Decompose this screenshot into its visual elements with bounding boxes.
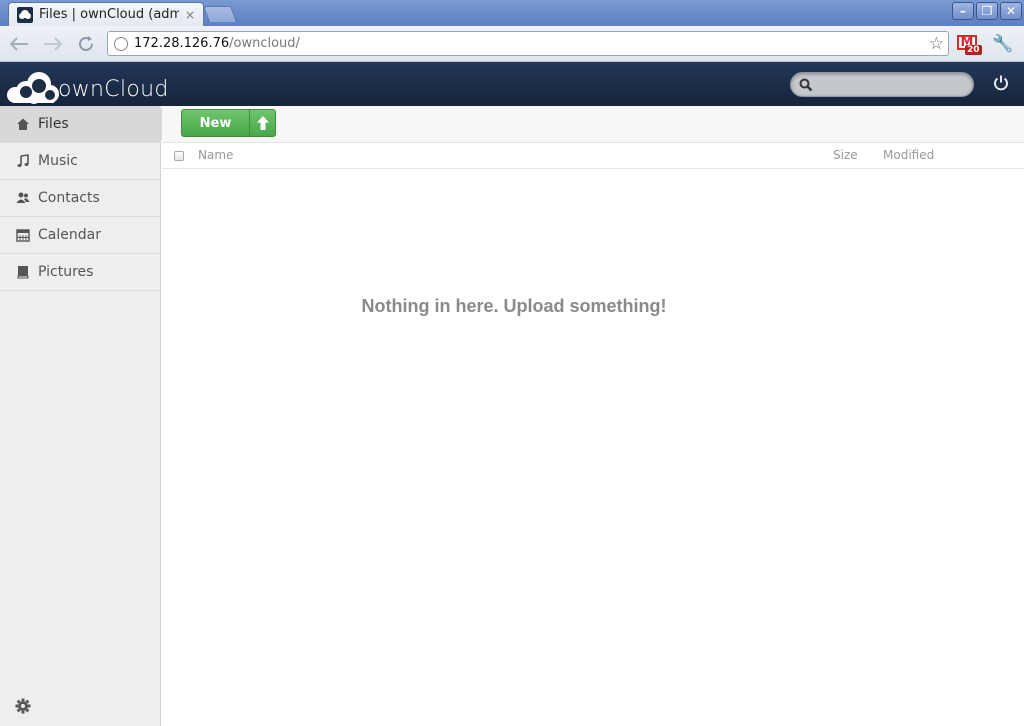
reload-button[interactable]: [73, 32, 99, 56]
file-controls-bar: New: [162, 106, 1024, 143]
logo-text: ownCloud: [58, 77, 169, 102]
url-text: 172.28.126.76/owncloud/: [134, 36, 300, 51]
tab-close-icon[interactable]: ×: [185, 8, 195, 22]
nav-label-music: Music: [38, 153, 78, 169]
close-window-button[interactable]: ✕: [1000, 2, 1022, 20]
nav-item-calendar[interactable]: Calendar: [0, 217, 160, 254]
forward-button[interactable]: [40, 32, 66, 56]
restore-button[interactable]: ❐: [976, 2, 998, 20]
search-input[interactable]: [819, 77, 973, 92]
search-box[interactable]: [790, 72, 974, 97]
gmail-unread-badge: 20: [965, 45, 982, 55]
reload-icon: [79, 36, 93, 51]
tab-title: Files | ownCloud (admin): [39, 7, 179, 22]
nav-label-pictures: Pictures: [38, 264, 94, 280]
pictures-icon: [17, 266, 29, 279]
power-icon: [994, 75, 1008, 91]
address-bar[interactable]: 172.28.126.76/owncloud/ ☆: [107, 31, 949, 56]
owncloud-favicon-icon: [17, 6, 33, 23]
browser-tab[interactable]: Files | ownCloud (admin) ×: [8, 2, 204, 26]
music-icon: [17, 154, 29, 167]
nav-label-calendar: Calendar: [38, 227, 101, 243]
nav-label-contacts: Contacts: [38, 190, 100, 206]
file-list-header: Name Size Modified: [162, 143, 1024, 169]
search-icon: [799, 78, 813, 91]
nav-item-music[interactable]: Music: [0, 143, 160, 180]
owncloud-logo[interactable]: ownCloud: [6, 66, 169, 104]
new-button[interactable]: New: [181, 109, 250, 137]
forward-arrow-icon: [44, 37, 63, 51]
app-navigation: Files Music Contacts Calendar Pictures: [0, 106, 172, 726]
browser-toolbar: 172.28.126.76/owncloud/ ☆ M 20 🔧: [0, 26, 1024, 62]
nav-item-pictures[interactable]: Pictures: [0, 254, 160, 291]
new-tab-button[interactable]: [203, 6, 237, 22]
upload-arrow-icon: [256, 116, 269, 130]
wrench-menu-icon[interactable]: 🔧: [992, 34, 1013, 54]
browser-titlebar: Files | ownCloud (admin) × – ❐ ✕: [0, 0, 1024, 26]
settings-button[interactable]: [14, 697, 32, 720]
back-arrow-icon: [9, 37, 28, 51]
bookmark-star-icon[interactable]: ☆: [929, 34, 944, 54]
upload-button[interactable]: [249, 109, 276, 137]
cloud-logo-icon: [7, 72, 59, 104]
back-button[interactable]: [6, 32, 32, 56]
column-modified-header[interactable]: Modified: [883, 148, 934, 162]
select-all-checkbox[interactable]: [174, 151, 184, 161]
minimize-button[interactable]: –: [952, 2, 974, 20]
nav-label-files: Files: [38, 116, 69, 132]
empty-content-message: Nothing in here. Upload something!: [361, 296, 667, 316]
logout-button[interactable]: [992, 74, 1010, 92]
gmail-extension-icon[interactable]: M 20: [957, 33, 982, 55]
gear-icon: [15, 698, 31, 714]
globe-icon: [114, 36, 128, 51]
window-controls: – ❐ ✕: [952, 2, 1022, 20]
nav-item-contacts[interactable]: Contacts: [0, 180, 160, 217]
column-name-header[interactable]: Name: [198, 148, 233, 162]
contacts-icon: [16, 192, 30, 203]
owncloud-header: ownCloud: [0, 62, 1024, 106]
column-size-header[interactable]: Size: [833, 148, 858, 162]
nav-item-files[interactable]: Files: [0, 106, 172, 143]
calendar-icon: [16, 229, 30, 242]
home-icon: [17, 118, 29, 130]
